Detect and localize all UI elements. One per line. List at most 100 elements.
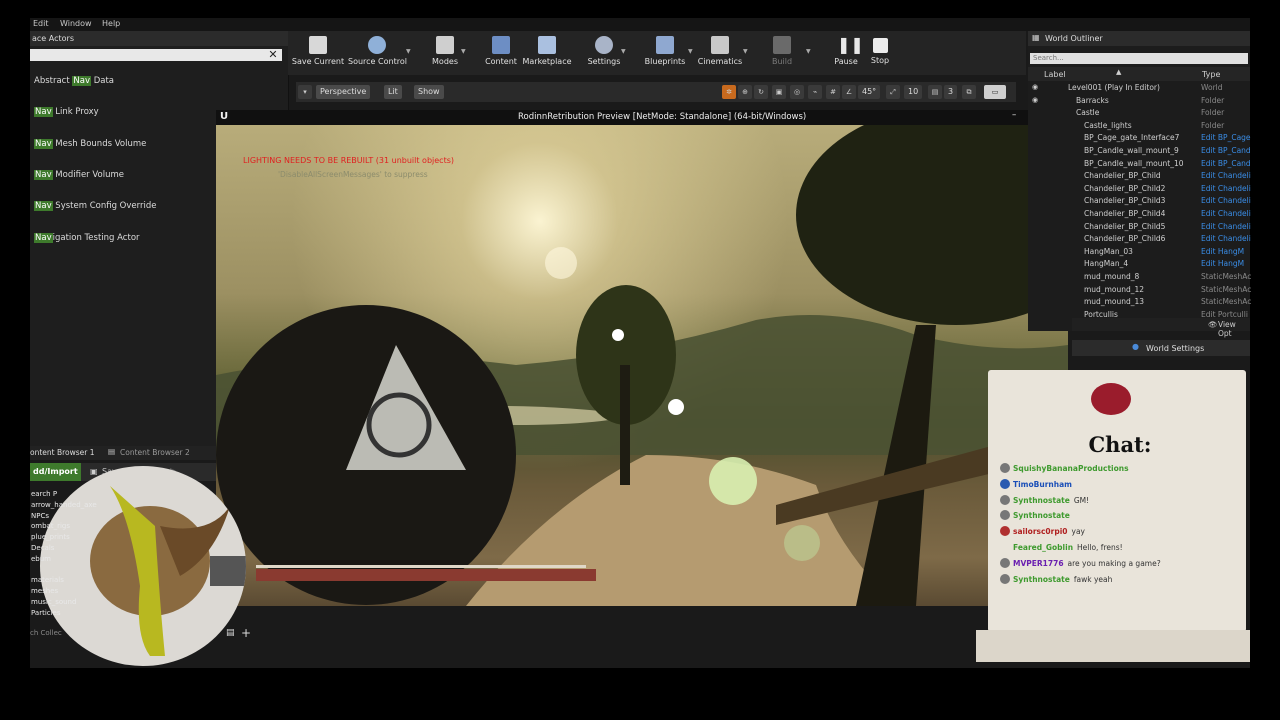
- actor-item-nav-modifier-volume[interactable]: Nav Modifier Volume: [34, 168, 124, 182]
- outliner-row[interactable]: Chandelier_BP_Child5 Edit Chandeli: [1028, 221, 1251, 233]
- layout-icon[interactable]: ▭: [984, 85, 1006, 99]
- cinematics-button[interactable]: Cinematics: [696, 34, 744, 74]
- content-folder-item[interactable]: Particles: [31, 609, 61, 617]
- outliner-row[interactable]: Chandelier_BP_Child6 Edit Chandeli: [1028, 233, 1251, 245]
- content-folder-item[interactable]: materials: [31, 576, 64, 584]
- blueprints-dropdown-icon[interactable]: ▼: [688, 48, 693, 55]
- game-viewport[interactable]: [216, 125, 1068, 606]
- actor-item-nav-system-config-override[interactable]: Nav System Config Override: [34, 199, 156, 213]
- content-folder-item[interactable]: meshes: [31, 587, 58, 595]
- content-folder-item[interactable]: plue_prints: [31, 533, 70, 541]
- outliner-row[interactable]: BP_Candle_wall_mount_10 Edit BP_Cand: [1028, 158, 1251, 170]
- content-folder-item[interactable]: Decals: [31, 544, 54, 552]
- outliner-row-type[interactable]: Edit Chandeli: [1201, 170, 1251, 182]
- source-control-button[interactable]: Source Control: [348, 34, 407, 74]
- world-outliner-tab[interactable]: ▦ World Outliner: [1028, 31, 1250, 46]
- outliner-row[interactable]: Chandelier_BP_Child2 Edit Chandeli: [1028, 183, 1251, 195]
- outliner-search-input[interactable]: Search...: [1030, 53, 1248, 64]
- actor-item-nav-mesh-bounds-volume[interactable]: Nav Mesh Bounds Volume: [34, 137, 146, 151]
- source-control-dropdown-icon[interactable]: ▼: [406, 48, 411, 55]
- surface-snap-icon[interactable]: ⌁: [808, 85, 822, 99]
- outliner-row-type[interactable]: Edit HangM: [1201, 258, 1244, 270]
- outliner-row-type[interactable]: Edit Chandeli: [1201, 195, 1251, 207]
- outliner-row-type[interactable]: Edit Chandeli: [1201, 233, 1251, 245]
- translate-icon[interactable]: ⊕: [738, 85, 752, 99]
- menu-window[interactable]: Window: [60, 19, 92, 28]
- viewport-options-icon[interactable]: ▾: [298, 85, 312, 99]
- outliner-row[interactable]: HangMan_4 Edit HangM: [1028, 258, 1250, 270]
- column-label-header[interactable]: Label: [1044, 70, 1066, 79]
- outliner-row[interactable]: mud_mound_13 StaticMeshAc: [1028, 296, 1251, 308]
- content-folder-item[interactable]: ombat_rigs: [31, 522, 70, 530]
- outliner-row[interactable]: Castle Folder: [1028, 107, 1250, 119]
- rotate-icon[interactable]: ↻: [754, 85, 768, 99]
- scale-icon[interactable]: ▣: [772, 85, 786, 99]
- outliner-row-type[interactable]: Edit Chandeli: [1201, 183, 1251, 195]
- visibility-eye-icon[interactable]: ◉: [1032, 96, 1038, 104]
- content-folder-item[interactable]: NPCs: [31, 512, 49, 520]
- content-folder-item[interactable]: arrow_handed_axe: [31, 501, 97, 509]
- add-collection-icon[interactable]: +: [241, 626, 251, 640]
- settings-dropdown-icon[interactable]: ▼: [621, 48, 626, 55]
- outliner-row-type[interactable]: Edit HangM: [1201, 246, 1244, 258]
- place-actors-search-input[interactable]: [30, 49, 282, 61]
- outliner-row-type[interactable]: Edit BP_Cand: [1201, 158, 1251, 170]
- actor-item-abstract-nav-data[interactable]: Abstract Nav Data: [34, 74, 114, 88]
- outliner-row[interactable]: Castle_lights Folder: [1028, 120, 1250, 132]
- place-actors-tab[interactable]: ace Actors: [30, 31, 288, 46]
- cinematics-dropdown-icon[interactable]: ▼: [743, 48, 748, 55]
- outliner-row[interactable]: mud_mound_8 StaticMeshAc: [1028, 271, 1251, 283]
- outliner-row-type[interactable]: Edit BP_Cand: [1201, 145, 1251, 157]
- visibility-eye-icon[interactable]: ◉: [1032, 83, 1038, 91]
- content-folder-item[interactable]: earch P: [31, 490, 57, 498]
- outliner-row[interactable]: BP_Candle_wall_mount_9 Edit BP_Cand: [1028, 145, 1251, 157]
- build-dropdown-icon[interactable]: ▼: [806, 48, 811, 55]
- grid-snap-icon[interactable]: #: [826, 85, 840, 99]
- outliner-row-type[interactable]: Edit Chandeli: [1201, 208, 1251, 220]
- game-preview-titlebar[interactable]: U RodinnRetribution Preview [NetMode: St…: [216, 110, 1068, 125]
- scale-snap-icon[interactable]: ⤢: [886, 85, 900, 99]
- show-button[interactable]: Show: [414, 85, 444, 99]
- world-settings-tab[interactable]: ● World Settings: [1072, 340, 1250, 356]
- actor-item-navigation-testing-actor[interactable]: Navigation Testing Actor: [34, 231, 140, 245]
- perspective-button[interactable]: Perspective: [316, 85, 371, 99]
- blueprints-button[interactable]: Blueprints: [640, 34, 690, 74]
- stop-button[interactable]: Stop: [860, 34, 900, 74]
- add-import-button[interactable]: dd/Import: [30, 463, 81, 481]
- rotation-snap-value[interactable]: 45°: [858, 85, 881, 99]
- outliner-row[interactable]: HangMan_03 Edit HangM: [1028, 246, 1250, 258]
- actor-item-nav-link-proxy[interactable]: Nav Link Proxy: [34, 105, 99, 119]
- marketplace-button[interactable]: Marketplace: [522, 34, 572, 74]
- collections-label[interactable]: ch Collec: [30, 629, 62, 637]
- outliner-row-type[interactable]: Edit Chandeli: [1201, 221, 1251, 233]
- build-button[interactable]: Build: [762, 34, 802, 74]
- outliner-row[interactable]: BP_Cage_gate_Interface7 Edit BP_Cage: [1028, 132, 1251, 144]
- outliner-row[interactable]: Barracks Folder: [1028, 95, 1250, 107]
- menu-edit[interactable]: Edit: [33, 19, 49, 28]
- outliner-row[interactable]: Chandelier_BP_Child4 Edit Chandeli: [1028, 208, 1251, 220]
- grid-snap-value[interactable]: 10: [904, 85, 923, 99]
- lit-button[interactable]: Lit: [384, 85, 402, 99]
- list-view-icon[interactable]: ▤: [226, 628, 235, 638]
- outliner-row[interactable]: Chandelier_BP_Child Edit Chandeli: [1028, 170, 1251, 182]
- maximize-viewport-icon[interactable]: ⧉: [962, 85, 976, 99]
- menu-help[interactable]: Help: [102, 19, 120, 28]
- outliner-row[interactable]: Level001 (Play In Editor) World: [1028, 82, 1250, 94]
- modes-dropdown-icon[interactable]: ▼: [461, 48, 466, 55]
- content-button[interactable]: Content: [476, 34, 526, 74]
- content-folder-item[interactable]: ebum: [31, 555, 51, 563]
- realtime-icon[interactable]: ✲: [722, 85, 736, 99]
- content-folder-item[interactable]: music_sound: [31, 598, 76, 606]
- content-browser-tab-2[interactable]: Content Browser 2: [120, 448, 190, 457]
- world-local-icon[interactable]: ◎: [790, 85, 804, 99]
- camera-speed-icon[interactable]: ▤: [928, 85, 942, 99]
- minimize-icon[interactable]: –: [1012, 110, 1016, 120]
- clear-search-icon[interactable]: ✕: [266, 48, 280, 62]
- camera-speed-value[interactable]: 3: [944, 85, 958, 99]
- outliner-row-type[interactable]: Edit BP_Cage: [1201, 132, 1251, 144]
- column-type-header[interactable]: Type: [1202, 70, 1220, 79]
- outliner-row[interactable]: mud_mound_12 StaticMeshAc: [1028, 284, 1251, 296]
- save-current-button[interactable]: Save Current: [288, 34, 348, 74]
- rotation-snap-icon[interactable]: ∠: [842, 85, 856, 99]
- content-browser-tab-1[interactable]: ontent Browser 1: [30, 448, 95, 457]
